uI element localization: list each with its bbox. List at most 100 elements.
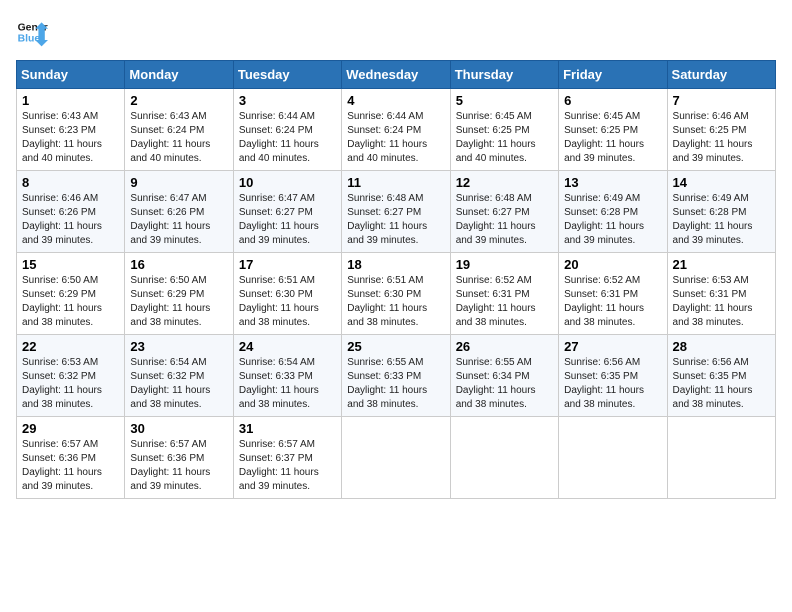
day-number: 31 <box>239 421 336 436</box>
day-number: 8 <box>22 175 119 190</box>
day-cell: 31 Sunrise: 6:57 AMSunset: 6:37 PMDayligh… <box>233 417 341 499</box>
day-info: Sunrise: 6:44 AMSunset: 6:24 PMDaylight:… <box>347 110 444 166</box>
column-header-friday: Friday <box>559 61 667 89</box>
column-header-wednesday: Wednesday <box>342 61 450 89</box>
svg-text:Blue: Blue <box>18 34 41 45</box>
day-info: Sunrise: 6:56 AMSunset: 6:35 PMDaylight:… <box>564 356 661 412</box>
day-number: 11 <box>347 175 444 190</box>
day-info: Sunrise: 6:51 AMSunset: 6:30 PMDaylight:… <box>347 274 444 330</box>
day-info: Sunrise: 6:45 AMSunset: 6:25 PMDaylight:… <box>456 110 553 166</box>
day-cell: 12 Sunrise: 6:48 AMSunset: 6:27 PMDayligh… <box>450 171 558 253</box>
day-info: Sunrise: 6:50 AMSunset: 6:29 PMDaylight:… <box>22 274 119 330</box>
day-info: Sunrise: 6:54 AMSunset: 6:33 PMDaylight:… <box>239 356 336 412</box>
day-info: Sunrise: 6:48 AMSunset: 6:27 PMDaylight:… <box>456 192 553 248</box>
day-number: 7 <box>673 93 770 108</box>
day-cell: 3 Sunrise: 6:44 AMSunset: 6:24 PMDaylight… <box>233 89 341 171</box>
day-number: 13 <box>564 175 661 190</box>
day-number: 28 <box>673 339 770 354</box>
day-cell: 7 Sunrise: 6:46 AMSunset: 6:25 PMDaylight… <box>667 89 775 171</box>
day-cell <box>559 417 667 499</box>
column-header-tuesday: Tuesday <box>233 61 341 89</box>
day-cell <box>342 417 450 499</box>
day-cell: 23 Sunrise: 6:54 AMSunset: 6:32 PMDayligh… <box>125 335 233 417</box>
day-info: Sunrise: 6:57 AMSunset: 6:37 PMDaylight:… <box>239 438 336 494</box>
day-cell: 26 Sunrise: 6:55 AMSunset: 6:34 PMDayligh… <box>450 335 558 417</box>
day-cell: 27 Sunrise: 6:56 AMSunset: 6:35 PMDayligh… <box>559 335 667 417</box>
day-number: 23 <box>130 339 227 354</box>
week-row-2: 8 Sunrise: 6:46 AMSunset: 6:26 PMDaylight… <box>17 171 776 253</box>
calendar-body: 1Sunrise: 6:43 AMSunset: 6:23 PMDaylight… <box>17 89 776 499</box>
day-info: Sunrise: 6:52 AMSunset: 6:31 PMDaylight:… <box>564 274 661 330</box>
day-number: 9 <box>130 175 227 190</box>
day-info: Sunrise: 6:47 AMSunset: 6:26 PMDaylight:… <box>130 192 227 248</box>
day-number: 10 <box>239 175 336 190</box>
day-cell: 14 Sunrise: 6:49 AMSunset: 6:28 PMDayligh… <box>667 171 775 253</box>
day-info: Sunrise: 6:49 AMSunset: 6:28 PMDaylight:… <box>564 192 661 248</box>
day-number: 2 <box>130 93 227 108</box>
day-info: Sunrise: 6:45 AMSunset: 6:25 PMDaylight:… <box>564 110 661 166</box>
day-number: 24 <box>239 339 336 354</box>
day-cell: 20Sunrise: 6:52 AMSunset: 6:31 PMDayligh… <box>559 253 667 335</box>
day-number: 3 <box>239 93 336 108</box>
day-cell <box>667 417 775 499</box>
day-info: Sunrise: 6:50 AMSunset: 6:29 PMDaylight:… <box>130 274 227 330</box>
logo-icon: General Blue <box>16 16 48 48</box>
week-row-3: 15 Sunrise: 6:50 AMSunset: 6:29 PMDayligh… <box>17 253 776 335</box>
day-number: 22 <box>22 339 119 354</box>
logo: General Blue <box>16 16 48 48</box>
day-cell: 11 Sunrise: 6:48 AMSunset: 6:27 PMDayligh… <box>342 171 450 253</box>
day-number: 15 <box>22 257 119 272</box>
week-row-5: 29 Sunrise: 6:57 AMSunset: 6:36 PMDayligh… <box>17 417 776 499</box>
calendar-header-row: SundayMondayTuesdayWednesdayThursdayFrid… <box>17 61 776 89</box>
day-cell: 24 Sunrise: 6:54 AMSunset: 6:33 PMDayligh… <box>233 335 341 417</box>
day-number: 14 <box>673 175 770 190</box>
week-row-1: 1Sunrise: 6:43 AMSunset: 6:23 PMDaylight… <box>17 89 776 171</box>
day-info: Sunrise: 6:44 AMSunset: 6:24 PMDaylight:… <box>239 110 336 166</box>
column-header-sunday: Sunday <box>17 61 125 89</box>
day-number: 6 <box>564 93 661 108</box>
day-info: Sunrise: 6:56 AMSunset: 6:35 PMDaylight:… <box>673 356 770 412</box>
day-number: 17 <box>239 257 336 272</box>
day-cell: 30Sunrise: 6:57 AMSunset: 6:36 PMDayligh… <box>125 417 233 499</box>
day-number: 16 <box>130 257 227 272</box>
day-info: Sunrise: 6:46 AMSunset: 6:26 PMDaylight:… <box>22 192 119 248</box>
page-header: General Blue <box>16 16 776 48</box>
day-info: Sunrise: 6:54 AMSunset: 6:32 PMDaylight:… <box>130 356 227 412</box>
day-cell: 9 Sunrise: 6:47 AMSunset: 6:26 PMDaylight… <box>125 171 233 253</box>
day-info: Sunrise: 6:48 AMSunset: 6:27 PMDaylight:… <box>347 192 444 248</box>
day-info: Sunrise: 6:49 AMSunset: 6:28 PMDaylight:… <box>673 192 770 248</box>
day-cell: 15 Sunrise: 6:50 AMSunset: 6:29 PMDayligh… <box>17 253 125 335</box>
day-number: 27 <box>564 339 661 354</box>
day-info: Sunrise: 6:55 AMSunset: 6:33 PMDaylight:… <box>347 356 444 412</box>
day-number: 12 <box>456 175 553 190</box>
day-cell: 17 Sunrise: 6:51 AMSunset: 6:30 PMDayligh… <box>233 253 341 335</box>
day-cell: 18 Sunrise: 6:51 AMSunset: 6:30 PMDayligh… <box>342 253 450 335</box>
day-info: Sunrise: 6:47 AMSunset: 6:27 PMDaylight:… <box>239 192 336 248</box>
day-cell: 13 Sunrise: 6:49 AMSunset: 6:28 PMDayligh… <box>559 171 667 253</box>
week-row-4: 22 Sunrise: 6:53 AMSunset: 6:32 PMDayligh… <box>17 335 776 417</box>
day-number: 26 <box>456 339 553 354</box>
column-header-thursday: Thursday <box>450 61 558 89</box>
day-cell: 6 Sunrise: 6:45 AMSunset: 6:25 PMDaylight… <box>559 89 667 171</box>
calendar-table: SundayMondayTuesdayWednesdayThursdayFrid… <box>16 60 776 499</box>
day-cell: 2Sunrise: 6:43 AMSunset: 6:24 PMDaylight… <box>125 89 233 171</box>
day-cell: 10 Sunrise: 6:47 AMSunset: 6:27 PMDayligh… <box>233 171 341 253</box>
day-cell: 21 Sunrise: 6:53 AMSunset: 6:31 PMDayligh… <box>667 253 775 335</box>
day-info: Sunrise: 6:55 AMSunset: 6:34 PMDaylight:… <box>456 356 553 412</box>
day-cell: 1Sunrise: 6:43 AMSunset: 6:23 PMDaylight… <box>17 89 125 171</box>
day-cell: 22 Sunrise: 6:53 AMSunset: 6:32 PMDayligh… <box>17 335 125 417</box>
day-number: 21 <box>673 257 770 272</box>
day-cell: 4Sunrise: 6:44 AMSunset: 6:24 PMDaylight… <box>342 89 450 171</box>
day-info: Sunrise: 6:57 AMSunset: 6:36 PMDaylight:… <box>130 438 227 494</box>
day-info: Sunrise: 6:53 AMSunset: 6:32 PMDaylight:… <box>22 356 119 412</box>
day-info: Sunrise: 6:51 AMSunset: 6:30 PMDaylight:… <box>239 274 336 330</box>
day-cell <box>450 417 558 499</box>
day-number: 18 <box>347 257 444 272</box>
day-cell: 29Sunrise: 6:57 AMSunset: 6:36 PMDayligh… <box>17 417 125 499</box>
day-info: Sunrise: 6:46 AMSunset: 6:25 PMDaylight:… <box>673 110 770 166</box>
day-cell: 28 Sunrise: 6:56 AMSunset: 6:35 PMDayligh… <box>667 335 775 417</box>
day-info: Sunrise: 6:43 AMSunset: 6:23 PMDaylight:… <box>22 110 119 166</box>
day-info: Sunrise: 6:53 AMSunset: 6:31 PMDaylight:… <box>673 274 770 330</box>
day-cell: 25Sunrise: 6:55 AMSunset: 6:33 PMDayligh… <box>342 335 450 417</box>
day-number: 29 <box>22 421 119 436</box>
